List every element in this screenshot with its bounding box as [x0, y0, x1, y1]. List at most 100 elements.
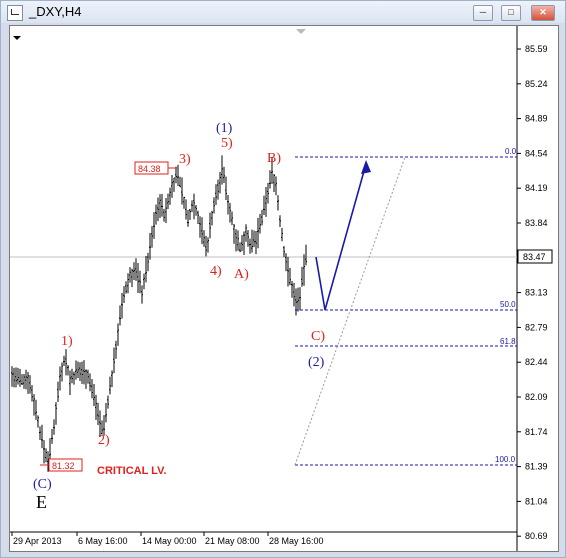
ohlc-bar	[77, 361, 79, 379]
price-tick-label: 83.84	[525, 218, 548, 228]
ohlc-bar	[277, 195, 279, 211]
ohlc-bar	[199, 216, 201, 238]
ohlc-bar	[243, 231, 245, 255]
ohlc-bar	[143, 273, 145, 290]
ohlc-bar	[239, 242, 241, 253]
ohlc-bar	[233, 223, 235, 244]
ohlc-bar	[105, 402, 107, 423]
ohlc-bar	[211, 210, 213, 226]
price-tick-label: 80.69	[525, 531, 548, 541]
ohlc-bar	[153, 212, 155, 239]
wave-label-1: 1)	[61, 334, 73, 349]
ohlc-bar	[177, 164, 179, 187]
time-tick-label: 29 Apr 2013	[13, 536, 62, 546]
ohlc-bar	[113, 347, 115, 374]
ohlc-bar	[87, 369, 89, 384]
ohlc-bar	[83, 360, 85, 385]
window-title: _DXY,H4	[29, 4, 82, 19]
ohlc-bar	[125, 281, 127, 294]
ohlc-bar	[131, 268, 133, 288]
ohlc-bar	[11, 366, 13, 387]
ohlc-bar	[23, 374, 25, 389]
ohlc-bar	[297, 287, 299, 312]
ohlc-bar	[121, 292, 123, 319]
ohlc-bar	[223, 166, 225, 183]
ohlc-bar	[95, 394, 97, 420]
ohlc-bar	[161, 193, 163, 217]
ohlc-bar	[265, 187, 267, 217]
ohlc-bar	[201, 217, 203, 245]
ohlc-bar	[137, 263, 139, 294]
wave-label-major-c: (C)	[33, 477, 52, 492]
ohlc-bar	[79, 362, 81, 381]
ohlc-bar	[193, 193, 195, 220]
ohlc-bar	[107, 395, 109, 409]
ohlc-bar	[281, 227, 283, 242]
ohlc-bar	[301, 266, 303, 287]
wave-label-major-2: (2)	[308, 355, 325, 370]
shift-marker-icon[interactable]	[296, 29, 306, 34]
ohlc-bar	[97, 402, 99, 426]
ohlc-bar	[33, 394, 35, 416]
ohlc-bar	[275, 176, 277, 196]
ohlc-bar	[169, 187, 171, 205]
price-axis: 85.59 85.24 84.89 84.54 84.19 83.84 83.13 82.79…	[517, 44, 548, 541]
ohlc-bar	[155, 204, 157, 225]
ohlc-bar	[109, 376, 111, 395]
ohlc-bar	[117, 323, 119, 346]
ohlc-bar	[285, 253, 287, 272]
ohlc-bar	[207, 237, 209, 253]
ohlc-bar	[171, 174, 173, 198]
ohlc-bar	[261, 209, 263, 226]
ohlc-bar	[71, 368, 73, 384]
ohlc-bar	[253, 230, 255, 248]
ohlc-bar	[145, 255, 147, 283]
price-tick-label: 84.54	[525, 148, 548, 158]
ohlc-bar	[251, 229, 253, 253]
time-axis: 29 Apr 2013 6 May 16:00 14 May 00:00 21 May…	[11, 532, 324, 546]
minimize-button[interactable]: ─	[473, 5, 493, 21]
ohlc-bar	[139, 270, 141, 294]
ohlc-bar	[81, 361, 83, 384]
ohlc-bar	[273, 173, 275, 192]
wave-label-major-1: (1)	[216, 121, 233, 136]
ohlc-bar	[279, 215, 281, 228]
ohlc-bar	[141, 285, 143, 304]
time-tick-label: 21 May 08:00	[205, 536, 260, 546]
time-tick-label: 14 May 00:00	[142, 536, 197, 546]
ohlc-bar	[221, 155, 223, 185]
ohlc-bar	[69, 370, 71, 395]
price-label-high: 84.38	[134, 161, 177, 175]
price-chart: 85.59 85.24 84.89 84.54 84.19 83.84 83.13 82.79…	[10, 26, 553, 551]
ohlc-bar	[195, 205, 197, 216]
ohlc-bar	[73, 371, 75, 385]
ohlc-bar	[63, 355, 65, 366]
ohlc-bars	[11, 155, 307, 472]
ohlc-bar	[67, 364, 69, 376]
ohlc-bar	[175, 166, 177, 184]
ohlc-bar	[85, 369, 87, 389]
menu-arrow-icon[interactable]	[13, 36, 21, 40]
ohlc-bar	[151, 226, 153, 248]
price-tick-label: 84.19	[525, 183, 548, 193]
ohlc-bar	[287, 256, 289, 287]
wave-label-b: B)	[267, 151, 281, 166]
close-button[interactable]: ✕	[531, 5, 555, 21]
wave-label-a: A)	[234, 267, 249, 282]
chart-area[interactable]: 85.59 85.24 84.89 84.54 84.19 83.84 83.13 82.79…	[9, 25, 559, 552]
ohlc-bar	[217, 179, 219, 200]
ohlc-bar	[255, 230, 257, 255]
ohlc-bar	[197, 210, 199, 224]
ohlc-bar	[299, 287, 301, 311]
ohlc-bar	[269, 170, 271, 189]
ohlc-bar	[127, 273, 129, 294]
maximize-button[interactable]: □	[501, 5, 521, 21]
ohlc-bar	[179, 176, 181, 188]
ohlc-bar	[209, 212, 211, 239]
fibonacci-levels: 0.0 50.0 61.8 100.0	[294, 147, 517, 466]
ohlc-bar	[25, 369, 27, 390]
ohlc-bar	[205, 235, 207, 257]
chart-icon	[7, 5, 23, 21]
fib-trendline	[294, 156, 406, 466]
time-tick-label: 6 May 16:00	[78, 536, 128, 546]
